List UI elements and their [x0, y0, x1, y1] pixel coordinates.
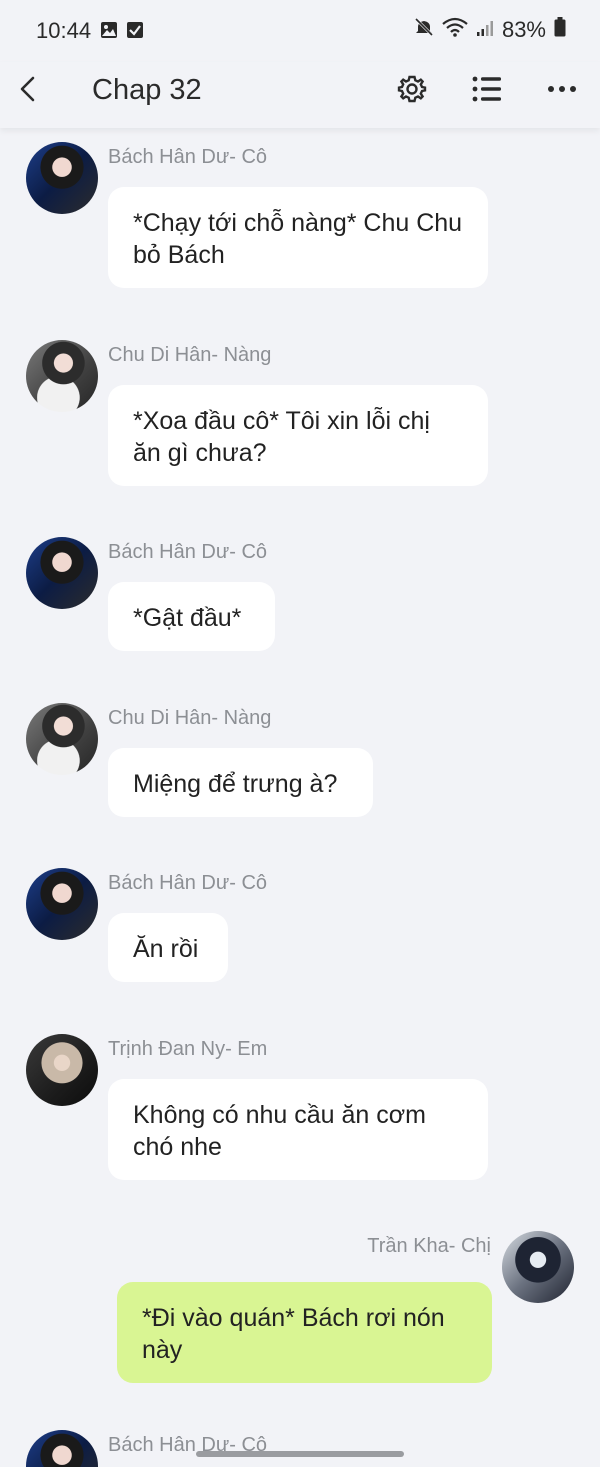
- message-bubble[interactable]: Không có nhu cầu ăn cơm chó nhe: [108, 1079, 488, 1180]
- message-bubble[interactable]: Ăn rồi: [108, 913, 228, 982]
- status-bar: 10:44 83%: [0, 0, 600, 62]
- sender-name: Bách Hân Dư- Cô: [108, 146, 268, 168]
- more-icon[interactable]: [545, 72, 579, 106]
- avatar[interactable]: [26, 340, 98, 412]
- home-indicator[interactable]: [196, 1451, 404, 1457]
- status-right-group: 83%: [414, 17, 566, 43]
- gear-icon[interactable]: [395, 72, 429, 106]
- wifi-icon: [442, 17, 468, 43]
- mute-icon: [414, 17, 434, 43]
- avatar[interactable]: [26, 703, 98, 775]
- checkbox-icon: [126, 21, 144, 44]
- avatar[interactable]: [26, 1034, 98, 1106]
- gallery-icon: [100, 21, 118, 44]
- battery-text: 83%: [501, 17, 546, 42]
- signal-icon: [476, 17, 494, 43]
- battery-icon: [554, 17, 566, 43]
- sender-name: Trần Kha- Chị: [367, 1235, 491, 1257]
- page-title: Chap 32: [92, 74, 202, 106]
- list-icon[interactable]: [470, 72, 504, 106]
- avatar[interactable]: [502, 1231, 574, 1303]
- message-bubble[interactable]: *Chạy tới chỗ nàng* Chu Chu bỏ Bách: [108, 187, 488, 288]
- message-bubble[interactable]: *Xoa đầu cô* Tôi xin lỗi chị ăn gì chưa?: [108, 385, 488, 486]
- chat-list[interactable]: Bách Hân Dư- Cô *Chạy tới chỗ nàng* Chu …: [0, 128, 600, 1467]
- message-bubble[interactable]: *Gật đầu*: [108, 582, 275, 651]
- chapter-header: Chap 32: [0, 62, 600, 128]
- message-bubble[interactable]: Miệng để trưng à?: [108, 748, 373, 817]
- avatar[interactable]: [26, 142, 98, 214]
- sender-name: Bách Hân Dư- Cô: [108, 872, 268, 894]
- sender-name: Bách Hân Dư- Cô: [108, 541, 268, 563]
- status-time: 10:44: [36, 18, 92, 43]
- back-icon[interactable]: [14, 74, 44, 104]
- sender-name: Chu Di Hân- Nàng: [108, 707, 272, 729]
- message-bubble[interactable]: *Đi vào quán* Bách rơi nón này: [117, 1282, 492, 1383]
- sender-name: Trịnh Đan Ny- Em: [108, 1038, 268, 1060]
- avatar[interactable]: [26, 868, 98, 940]
- sender-name: Chu Di Hân- Nàng: [108, 344, 272, 366]
- avatar[interactable]: [26, 1430, 98, 1467]
- avatar[interactable]: [26, 537, 98, 609]
